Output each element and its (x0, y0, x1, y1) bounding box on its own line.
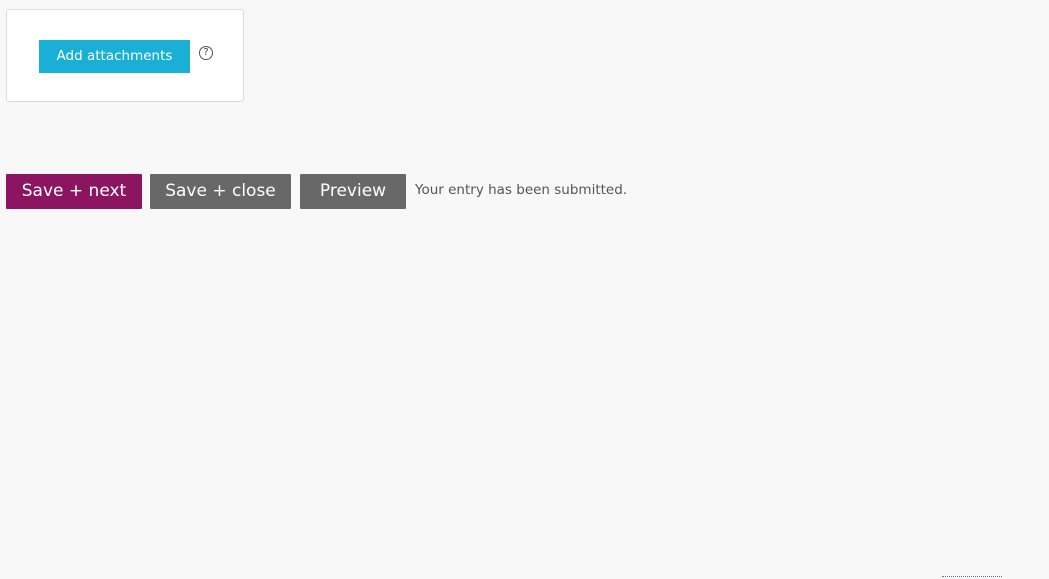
attachments-panel: Add attachments ? (6, 9, 244, 102)
status-message: Your entry has been submitted. (415, 182, 628, 198)
save-close-button[interactable]: Save + close (150, 174, 291, 209)
add-attachments-button[interactable]: Add attachments (39, 40, 190, 73)
save-next-button[interactable]: Save + next (6, 174, 142, 209)
help-icon[interactable]: ? (199, 46, 213, 60)
preview-button[interactable]: Preview (300, 174, 406, 209)
dotted-divider (942, 576, 1002, 577)
